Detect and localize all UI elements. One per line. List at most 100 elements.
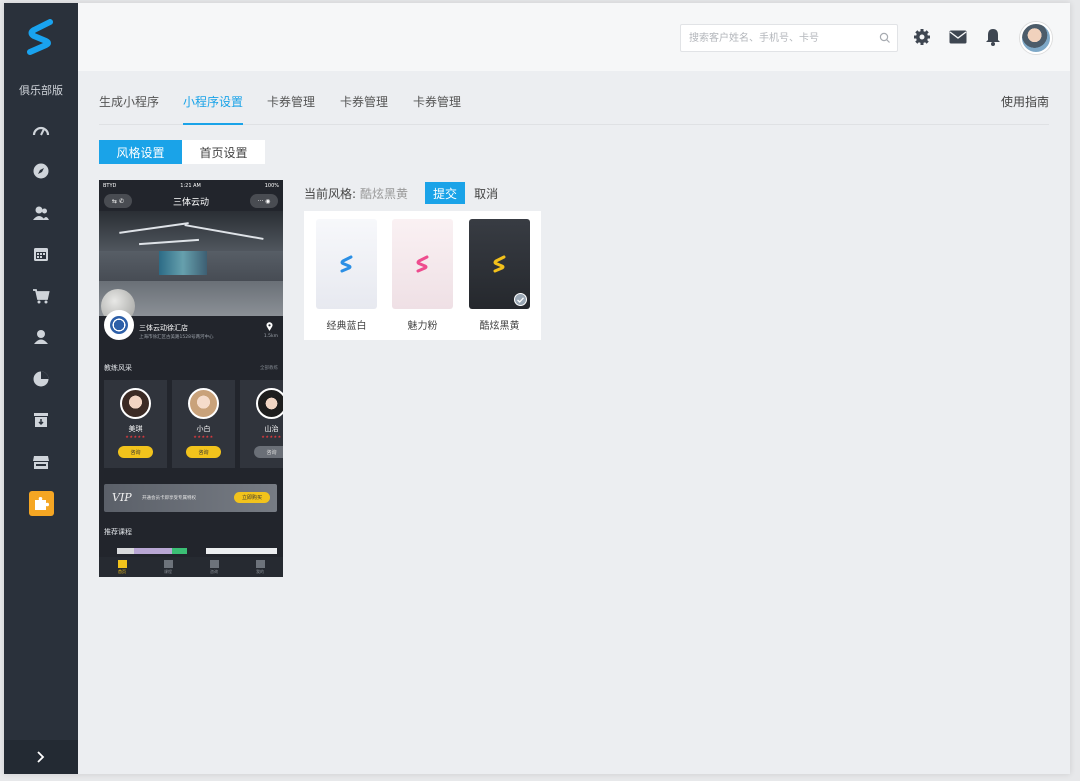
settings-segment: 风格设置 首页设置 xyxy=(99,140,265,164)
bell-icon xyxy=(986,29,1000,46)
cancel-button[interactable]: 取消 xyxy=(474,185,498,202)
phone-tab-consult: 咨询 xyxy=(209,559,219,575)
status-carrier: BTYD xyxy=(103,182,117,189)
user-guide-link[interactable]: 使用指南 xyxy=(1001,93,1049,110)
vip-buy-button: 立即购买 xyxy=(234,492,270,503)
notifications-button[interactable] xyxy=(983,27,1003,47)
coach-photo xyxy=(256,388,283,419)
compass-icon xyxy=(33,163,49,179)
coach-photo xyxy=(188,388,219,419)
store-logo xyxy=(104,310,134,340)
vip-banner: VIP 开通会员卡即享受专属特权 立即购买 xyxy=(104,484,277,512)
course-strip xyxy=(104,548,277,554)
sidebar-item-dashboard[interactable] xyxy=(4,109,78,151)
nav-left-pill: ⇆ ✆ xyxy=(104,194,132,208)
tab-coupon-management-3[interactable]: 卡券管理 xyxy=(413,93,461,125)
app-logo[interactable] xyxy=(4,3,78,71)
coach-photo xyxy=(120,388,151,419)
sidebar-item-user[interactable] xyxy=(4,317,78,359)
style-logo-icon xyxy=(493,255,505,273)
coach-name: 美琪 xyxy=(128,425,143,433)
style-option-charm-pink[interactable] xyxy=(392,219,453,309)
settings-button[interactable] xyxy=(912,27,932,47)
coach-card: 山治 ★★★★★ 咨询 xyxy=(240,380,283,468)
tab-bar: 生成小程序 小程序设置 卡券管理 卡券管理 卡券管理 使用指南 xyxy=(99,91,1049,125)
store-info: 三体云动徐汇店 上海市徐汇区古美路1528号两河中心 1.5km xyxy=(99,310,283,350)
style-option-label: 酷炫黑黄 xyxy=(479,321,520,332)
logo-s-icon xyxy=(27,19,53,55)
app-window: 俱乐部版 搜索客户姓名、手机号、卡号 生成小程序 小程序设置 卡券管理 卡券管理… xyxy=(4,3,1070,774)
tab-coupon-management-2[interactable]: 卡券管理 xyxy=(340,93,388,125)
archive-icon xyxy=(34,413,48,428)
coach-section-title: 教练风采 xyxy=(104,364,132,372)
current-style-label: 当前风格: xyxy=(304,186,357,201)
sidebar-item-plugins[interactable] xyxy=(4,483,78,525)
search-input[interactable] xyxy=(681,25,871,51)
tab-miniprogram-settings[interactable]: 小程序设置 xyxy=(183,93,244,125)
store-address: 上海市徐汇区古美路1528号两河中心 xyxy=(139,335,214,340)
style-options-panel: 经典蓝白 魅力粉 酷炫黑黄 xyxy=(304,211,541,340)
phone-tab-mine: 我的 xyxy=(255,559,265,575)
plugin-icon xyxy=(28,490,54,516)
status-battery: 100% xyxy=(264,182,279,189)
messages-button[interactable] xyxy=(948,27,968,47)
sidebar-menu xyxy=(4,109,78,524)
style-option-classic-blue[interactable] xyxy=(316,219,377,309)
coach-section-more: 全部教练 xyxy=(260,366,278,371)
search-icon[interactable] xyxy=(879,32,891,44)
segment-home-settings[interactable]: 首页设置 xyxy=(182,140,265,164)
phone-status-bar: BTYD 1:21 AM 100% xyxy=(99,180,283,191)
sidebar: 俱乐部版 xyxy=(4,3,78,774)
phone-tab-home: 首页 xyxy=(117,559,127,575)
avatar[interactable] xyxy=(1020,22,1052,54)
coach-name: 小白 xyxy=(196,425,211,433)
mail-icon xyxy=(949,30,967,44)
courses-section-title: 推荐课程 xyxy=(104,528,132,536)
vip-mark: VIP xyxy=(112,491,132,504)
sidebar-item-discover[interactable] xyxy=(4,151,78,193)
sidebar-item-members[interactable] xyxy=(4,192,78,234)
coach-consult-button: 咨询 xyxy=(118,446,153,458)
store-name: 三体云动徐汇店 xyxy=(139,324,188,332)
current-style-value: 酷炫黑黄 xyxy=(360,186,409,201)
submit-button[interactable]: 提交 xyxy=(425,182,466,204)
sidebar-item-calendar[interactable] xyxy=(4,234,78,276)
coach-consult-button: 咨询 xyxy=(186,446,221,458)
sidebar-expand-button[interactable] xyxy=(4,740,78,774)
club-edition-label: 俱乐部版 xyxy=(19,84,63,97)
cart-icon xyxy=(33,288,50,304)
tab-generate-miniprogram[interactable]: 生成小程序 xyxy=(99,93,159,125)
miniprogram-preview: BTYD 1:21 AM 100% ⇆ ✆ 三体云动 ··· ◉ 三体云动徐汇店… xyxy=(99,180,283,577)
style-option-label: 经典蓝白 xyxy=(326,321,367,332)
dashboard-icon xyxy=(32,126,50,136)
selected-check-icon xyxy=(514,293,527,306)
search-box xyxy=(680,24,898,52)
coach-rating: ★★★★★ xyxy=(261,434,282,439)
style-option-cool-black-yellow[interactable] xyxy=(469,219,530,309)
user-icon xyxy=(34,330,48,345)
current-style-row: 当前风格: 酷炫黑黄 提交 取消 xyxy=(304,182,498,204)
pie-chart-icon xyxy=(33,371,49,387)
tab-coupon-management-1[interactable]: 卡券管理 xyxy=(267,93,315,125)
members-icon xyxy=(33,206,49,220)
store-icon xyxy=(33,455,49,469)
gym-hero-image xyxy=(99,211,283,316)
top-bar xyxy=(78,3,1070,71)
gear-icon xyxy=(914,29,930,45)
segment-style-settings[interactable]: 风格设置 xyxy=(99,140,182,164)
status-time: 1:21 AM xyxy=(180,182,201,189)
calendar-icon xyxy=(34,248,48,262)
phone-tab-courses: 课程 xyxy=(163,559,173,575)
phone-tab-bar: 首页 课程 咨询 我的 xyxy=(99,557,283,577)
nav-capsule: ··· ◉ xyxy=(249,194,278,208)
sidebar-item-store[interactable] xyxy=(4,441,78,483)
coach-name: 山治 xyxy=(264,425,279,433)
chevron-right-icon xyxy=(37,751,45,763)
sidebar-item-reports[interactable] xyxy=(4,358,78,400)
sidebar-item-archive[interactable] xyxy=(4,400,78,442)
store-distance: 1.5km xyxy=(263,334,278,339)
style-logo-icon xyxy=(340,255,352,273)
sidebar-item-shop[interactable] xyxy=(4,275,78,317)
coach-consult-button: 咨询 xyxy=(254,446,283,458)
coach-rating: ★★★★★ xyxy=(193,434,214,439)
